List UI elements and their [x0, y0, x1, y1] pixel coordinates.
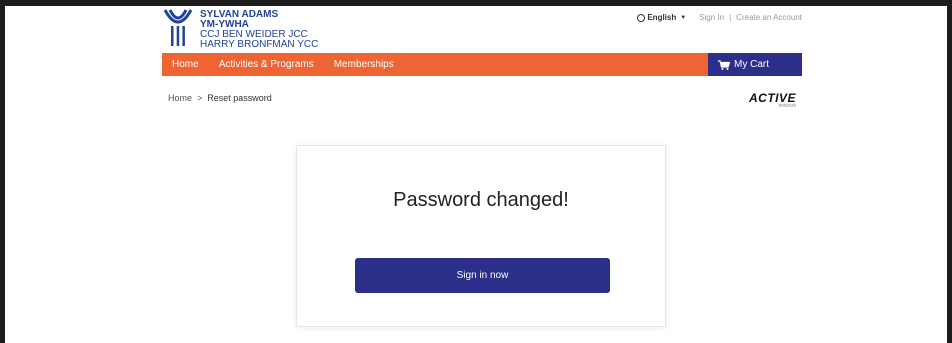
language-selector[interactable]: English ▼: [637, 13, 686, 22]
organization-logo[interactable]: SYLVAN ADAMS YM-YWHA CCJ BEN WEIDER JCC …: [162, 4, 322, 50]
password-changed-card: Password changed! Sign in now: [296, 145, 666, 327]
breadcrumb-current: Reset password: [207, 93, 272, 103]
cart-label: My Cart: [734, 59, 769, 70]
nav-item-memberships[interactable]: Memberships: [324, 59, 404, 70]
nav-item-activities[interactable]: Activities & Programs: [209, 59, 324, 70]
breadcrumb-separator: >: [197, 93, 203, 103]
active-network-logo: ACTIVE network: [749, 91, 796, 109]
create-account-link[interactable]: Create an Account: [736, 13, 802, 22]
cart-icon: [718, 59, 730, 70]
globe-icon: [637, 13, 646, 22]
card-title: Password changed!: [393, 189, 569, 211]
logo-text: SYLVAN ADAMS YM-YWHA CCJ BEN WEIDER JCC …: [200, 10, 318, 50]
top-links: English ▼ Sign In | Create an Account: [637, 13, 802, 22]
main-nav: Home Activities & Programs Memberships M…: [162, 53, 802, 76]
breadcrumb: Home > Reset password: [168, 93, 272, 103]
ymywha-emblem-icon: [163, 9, 193, 46]
link-separator: |: [729, 13, 732, 22]
my-cart-button[interactable]: My Cart: [708, 53, 802, 76]
nav-item-home[interactable]: Home: [162, 59, 209, 70]
logo-line-4: HARRY BRONFMAN YCC: [200, 39, 319, 50]
caret-down-icon: ▼: [680, 14, 687, 21]
sign-in-now-button[interactable]: Sign in now: [355, 258, 610, 293]
language-label: English: [647, 13, 677, 22]
breadcrumb-home-link[interactable]: Home: [168, 93, 192, 103]
sign-in-link[interactable]: Sign In: [699, 13, 724, 22]
